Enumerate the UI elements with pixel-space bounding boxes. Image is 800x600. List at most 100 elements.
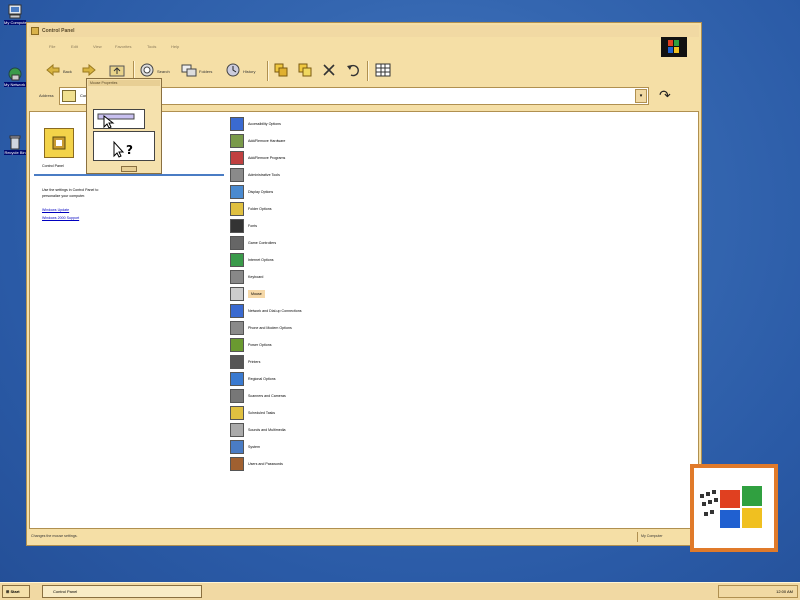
menu-file[interactable]: File bbox=[49, 44, 55, 49]
item-label: Mouse bbox=[248, 289, 265, 298]
history-label: History bbox=[243, 68, 256, 74]
web-view-pane: Control Panel Use the settings in Contro… bbox=[30, 112, 230, 528]
clock[interactable]: 12:00 AM bbox=[776, 589, 793, 594]
control-panel-item[interactable]: Phone and Modem Options bbox=[230, 320, 292, 335]
back-label: Back bbox=[63, 68, 72, 74]
delete-x-icon bbox=[321, 62, 337, 80]
title-bar[interactable]: Control Panel bbox=[29, 25, 699, 37]
item-label: Folder Options bbox=[248, 206, 272, 211]
views-icon bbox=[375, 62, 391, 80]
control-panel-item[interactable]: Scheduled Tasks bbox=[230, 405, 275, 420]
delete-button[interactable] bbox=[321, 61, 337, 81]
search-label: Search bbox=[157, 68, 170, 74]
desktop-icon-network[interactable]: My Network Places bbox=[4, 66, 26, 87]
toolbar-separator bbox=[267, 61, 269, 81]
move-to-icon bbox=[273, 62, 289, 80]
control-panel-item[interactable]: Internet Options bbox=[230, 252, 274, 267]
sounds-icon bbox=[230, 422, 244, 437]
start-button[interactable]: ⊞ Start bbox=[2, 585, 30, 598]
move-to-button[interactable] bbox=[273, 61, 289, 81]
fonts-icon bbox=[230, 218, 244, 233]
desktop-icon-label: Recycle Bin bbox=[4, 150, 26, 155]
go-button[interactable]: ↷ bbox=[659, 85, 679, 105]
svg-text:?: ? bbox=[126, 143, 133, 157]
back-button[interactable]: Back bbox=[45, 61, 72, 81]
history-button[interactable]: History bbox=[225, 61, 255, 81]
item-label: Power Options bbox=[248, 342, 272, 347]
item-label: Scanners and Cameras bbox=[248, 393, 286, 398]
control-panel-item[interactable]: Printers bbox=[230, 354, 260, 369]
pane-title: Control Panel bbox=[42, 164, 64, 168]
status-text: Changes the mouse settings. bbox=[31, 534, 78, 538]
item-label: Internet Options bbox=[248, 257, 274, 262]
display-icon bbox=[230, 184, 244, 199]
windows-flag-icon bbox=[694, 468, 774, 548]
folders-icon bbox=[181, 62, 197, 80]
item-label: Sounds and Multimedia bbox=[248, 427, 286, 432]
control-panel-item[interactable]: Administrative Tools bbox=[230, 167, 280, 182]
control-panel-item[interactable]: Accessibility Options bbox=[230, 116, 281, 131]
menu-help[interactable]: Help bbox=[171, 44, 179, 49]
windows-support-link[interactable]: Windows 2000 Support bbox=[42, 216, 79, 220]
copy-to-button[interactable] bbox=[297, 61, 313, 81]
item-label: Add/Remove Programs bbox=[248, 155, 286, 160]
task-label: Control Panel bbox=[53, 589, 78, 594]
phone-modem-icon bbox=[230, 320, 244, 335]
control-panel-item[interactable]: Regional Options bbox=[230, 371, 276, 386]
address-dropdown-button[interactable]: ▾ bbox=[635, 89, 647, 103]
control-panel-item[interactable]: Game Controllers bbox=[230, 235, 276, 250]
undo-icon bbox=[345, 62, 361, 80]
add-hardware-icon bbox=[230, 133, 244, 148]
admin-tools-icon bbox=[230, 167, 244, 182]
control-panel-item[interactable]: Network and Dial-up Connections bbox=[230, 303, 302, 318]
window-title: Control Panel bbox=[42, 28, 75, 34]
control-panel-item[interactable]: Display Options bbox=[230, 184, 273, 199]
control-panel-item[interactable]: Keyboard bbox=[230, 269, 263, 284]
desktop-icon-recycle-bin[interactable]: Recycle Bin bbox=[4, 134, 26, 155]
desktop-icon-label: My Network Places bbox=[4, 82, 26, 87]
views-button[interactable] bbox=[375, 61, 391, 81]
popup-title: Mouse Properties bbox=[88, 80, 160, 86]
item-label: System bbox=[248, 444, 260, 449]
item-label: Add/Remove Hardware bbox=[248, 138, 286, 143]
undo-button[interactable] bbox=[345, 61, 361, 81]
add-programs-icon bbox=[230, 150, 244, 165]
menu-favorites[interactable]: Favorites bbox=[115, 44, 131, 49]
folders-button[interactable]: Folders bbox=[181, 61, 212, 81]
taskbar-button-control-panel[interactable]: Control Panel bbox=[42, 585, 202, 598]
menu-view[interactable]: View bbox=[93, 44, 102, 49]
back-arrow-icon bbox=[45, 62, 61, 80]
popup-ok-button[interactable] bbox=[121, 166, 137, 172]
control-panel-item[interactable]: Mouse bbox=[230, 286, 265, 301]
control-panel-item[interactable]: Scanners and Cameras bbox=[230, 388, 286, 403]
pane-description-line2: personalize your computer. bbox=[42, 194, 86, 198]
item-label: Keyboard bbox=[248, 274, 264, 279]
control-panel-item[interactable]: Sounds and Multimedia bbox=[230, 422, 286, 437]
desktop-icon-my-computer[interactable]: My Computer bbox=[4, 4, 26, 25]
control-panel-item[interactable]: Power Options bbox=[230, 337, 272, 352]
control-panel-item[interactable]: System bbox=[230, 439, 260, 454]
control-panel-item[interactable]: Add/Remove Hardware bbox=[230, 133, 285, 148]
accessibility-icon bbox=[230, 116, 244, 131]
item-label: Administrative Tools bbox=[248, 172, 280, 177]
item-label: Network and Dial-up Connections bbox=[248, 308, 302, 313]
start-logo-icon: ⊞ bbox=[6, 589, 10, 594]
control-panel-item[interactable]: Users and Passwords bbox=[230, 456, 283, 471]
menu-bar: File Edit View Favorites Tools Help bbox=[29, 38, 699, 56]
users-icon bbox=[230, 456, 244, 471]
scanners-icon bbox=[230, 388, 244, 403]
item-label: Printers bbox=[248, 359, 261, 364]
windows-update-link[interactable]: Windows Update bbox=[42, 208, 69, 212]
folders-label: Folders bbox=[199, 68, 213, 74]
status-bar: Changes the mouse settings. My Computer bbox=[29, 531, 699, 543]
control-panel-item[interactable]: Add/Remove Programs bbox=[230, 150, 285, 165]
my-computer-icon bbox=[7, 4, 23, 20]
menu-tools[interactable]: Tools bbox=[147, 44, 156, 49]
recycle-bin-icon bbox=[7, 134, 23, 150]
control-panel-item[interactable]: Fonts bbox=[230, 218, 257, 233]
pane-description-line1: Use the settings in Control Panel to bbox=[42, 188, 99, 192]
menu-edit[interactable]: Edit bbox=[71, 44, 78, 49]
internet-options-icon bbox=[230, 252, 244, 267]
control-panel-large-icon bbox=[44, 128, 74, 158]
control-panel-item[interactable]: Folder Options bbox=[230, 201, 272, 216]
